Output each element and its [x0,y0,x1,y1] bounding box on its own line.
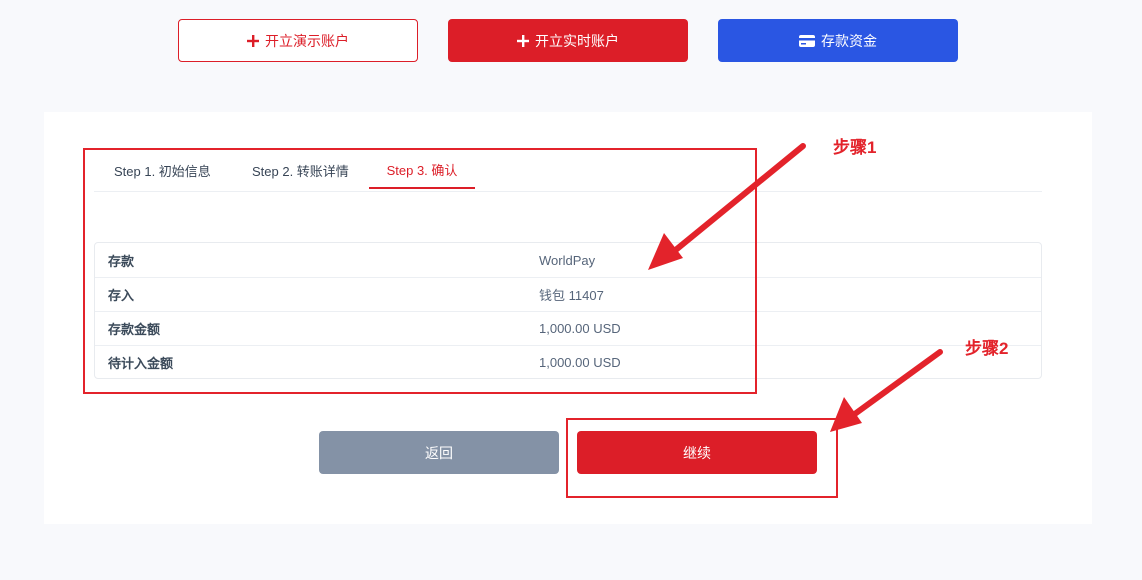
summary-row: 存入 钱包 11407 [95,277,1041,311]
tab-step-3-label: Step 3. 确认 [386,163,458,178]
open-live-account-button[interactable]: 开立实时账户 [448,19,688,62]
plus-icon [517,34,529,47]
summary-value: 1,000.00 USD [539,355,621,370]
open-demo-account-label: 开立演示账户 [265,32,349,49]
step1-annotation-label: 步骤1 [833,138,877,157]
summary-value: WorldPay [539,252,596,268]
tab-step-1-label: Step 1. 初始信息 [114,163,211,179]
summary-value: 钱包 11407 [539,288,604,303]
tab-step-2[interactable]: Step 2. 转账详情 [252,152,349,188]
summary-row: 存款 WorldPay [95,243,1041,277]
summary-row: 待计入金额 1,000.00 USD [95,345,1041,379]
deposit-panel: Step 1. 初始信息 Step 2. 转账详情 Step 3. 确认 存款 … [44,112,1092,524]
step-tabs: Step 1. 初始信息 Step 2. 转账详情 Step 3. 确认 [94,152,1042,192]
step2-annotation-label: 步骤2 [965,339,1009,358]
plus-icon [247,34,259,47]
summary-key: 存款 [108,253,135,269]
continue-button-label: 继续 [683,444,711,461]
summary-key: 待计入金额 [108,356,174,371]
open-live-account-label: 开立实时账户 [535,32,619,49]
open-demo-account-button[interactable]: 开立演示账户 [178,19,418,62]
summary-key: 存款金额 [108,322,161,337]
confirmation-summary: 存款 WorldPay 存入 钱包 11407 存款金额 1,000.00 US… [94,242,1042,379]
back-button[interactable]: 返回 [319,431,559,474]
tab-step-3[interactable]: Step 3. 确认 [369,152,475,189]
summary-key: 存入 [108,288,135,303]
back-button-label: 返回 [425,444,453,461]
continue-button[interactable]: 继续 [577,431,817,474]
deposit-funds-button[interactable]: 存款资金 [718,19,958,62]
tab-step-1[interactable]: Step 1. 初始信息 [114,152,211,188]
summary-row: 存款金额 1,000.00 USD [95,311,1041,345]
tab-step-2-label: Step 2. 转账详情 [252,163,349,179]
summary-value: 1,000.00 USD [539,321,621,336]
credit-card-icon [799,34,815,47]
deposit-funds-label: 存款资金 [821,32,877,49]
